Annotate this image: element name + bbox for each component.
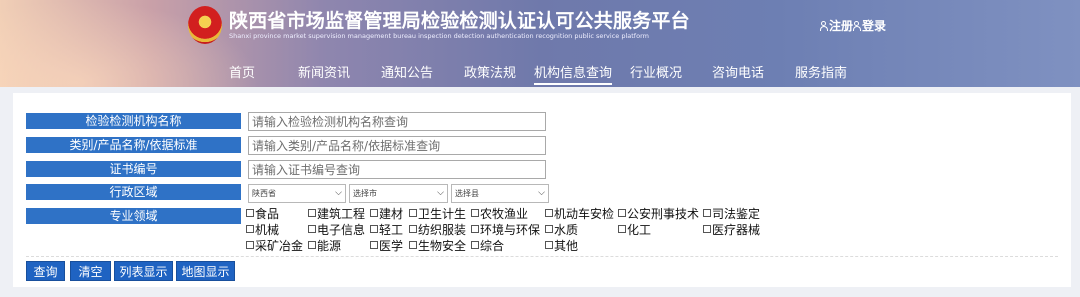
checkbox-icon (545, 225, 553, 233)
checkbox-icon (471, 225, 479, 233)
chevron-down-icon: ⌵ (538, 188, 545, 198)
site-header: ★ 陕西省市场监督管理局检验检测认证认可公共服务平台 Shanxi provin… (0, 0, 1080, 87)
nav-notices[interactable]: 通知公告 (381, 62, 433, 81)
search-panel: 检验检测机构名称 类别/产品名称/依据标准 证书编号 行政区域 陕西省⌵ 选择市… (13, 93, 1071, 287)
list-view-button[interactable]: 列表显示 (114, 261, 173, 281)
city-select[interactable]: 选择市 ⌵ (349, 184, 448, 203)
domain-option-judicial[interactable]: 司法鉴定 (703, 207, 760, 221)
domain-option-building-materials[interactable]: 建材 (370, 207, 403, 221)
domain-option-forensics[interactable]: 公安刑事技术 (618, 207, 699, 221)
checkbox-icon (246, 225, 254, 233)
domain-option-energy[interactable]: 能源 (308, 239, 341, 253)
divider (26, 256, 1058, 257)
query-button[interactable]: 查询 (26, 261, 65, 281)
checkbox-icon (471, 241, 479, 249)
domain-option-construction[interactable]: 建筑工程 (308, 207, 365, 221)
domain-option-health[interactable]: 卫生计生 (409, 207, 466, 221)
domain-option-light-industry[interactable]: 轻工 (370, 223, 403, 237)
site-title: 陕西省市场监督管理局检验检测认证认可公共服务平台 (229, 10, 690, 32)
register-link[interactable]: 注册 (820, 17, 853, 34)
domain-option-vehicle-inspection[interactable]: 机动车安检 (545, 207, 614, 221)
login-link[interactable]: 登录 (853, 17, 886, 34)
domain-option-food[interactable]: 食品 (246, 207, 279, 221)
org-name-label: 检验检测机构名称 (26, 113, 241, 129)
domain-option-agriculture[interactable]: 农牧渔业 (471, 207, 528, 221)
nav-org-query[interactable]: 机构信息查询 (534, 62, 613, 85)
county-select[interactable]: 选择县 ⌵ (451, 184, 549, 203)
checkbox-icon (409, 209, 417, 217)
domain-option-environment[interactable]: 环境与环保 (471, 223, 540, 237)
domain-option-water[interactable]: 水质 (545, 223, 578, 237)
map-view-button[interactable]: 地图显示 (176, 261, 235, 281)
checkbox-icon (409, 225, 417, 233)
category-input[interactable] (248, 136, 546, 155)
checkbox-icon (618, 225, 626, 233)
checkbox-icon (618, 209, 626, 217)
domain-label: 专业领域 (26, 208, 241, 224)
org-name-input[interactable] (248, 112, 546, 131)
checkbox-icon (308, 241, 316, 249)
cert-no-input[interactable] (248, 160, 546, 179)
nav-industry[interactable]: 行业概况 (630, 62, 682, 81)
domain-option-machinery[interactable]: 机械 (246, 223, 279, 237)
checkbox-icon (370, 225, 378, 233)
checkbox-icon (246, 209, 254, 217)
nav-guide[interactable]: 服务指南 (795, 62, 847, 81)
chevron-down-icon: ⌵ (437, 188, 444, 198)
checkbox-icon (370, 241, 378, 249)
domain-option-other[interactable]: 其他 (545, 239, 578, 253)
checkbox-icon (308, 209, 316, 217)
nav-policies[interactable]: 政策法规 (464, 62, 516, 81)
user-icon (820, 21, 828, 31)
cert-no-label: 证书编号 (26, 161, 241, 177)
domain-option-mining[interactable]: 采矿冶金 (246, 239, 303, 253)
checkbox-icon (246, 241, 254, 249)
user-icon (853, 21, 862, 31)
auth-links: 注册 登录 (820, 17, 886, 34)
domain-option-biosafety[interactable]: 生物安全 (409, 239, 466, 253)
domain-option-comprehensive[interactable]: 综合 (471, 239, 504, 253)
chevron-down-icon: ⌵ (335, 188, 342, 198)
nav-hotline[interactable]: 咨询电话 (712, 62, 764, 81)
checkbox-icon (370, 209, 378, 217)
clear-button[interactable]: 清空 (70, 261, 111, 281)
domain-option-chemical[interactable]: 化工 (618, 223, 651, 237)
nav-news[interactable]: 新闻资讯 (298, 62, 350, 81)
nav-home[interactable]: 首页 (229, 62, 255, 81)
region-label: 行政区域 (26, 184, 241, 200)
domain-option-medical-devices[interactable]: 医疗器械 (703, 223, 760, 237)
main-nav: 首页 新闻资讯 通知公告 政策法规 机构信息查询 行业概况 咨询电话 服务指南 (0, 58, 1080, 86)
checkbox-icon (471, 209, 479, 217)
checkbox-icon (545, 209, 553, 217)
domain-option-medicine[interactable]: 医学 (370, 239, 403, 253)
domain-option-textiles[interactable]: 纺织服装 (409, 223, 466, 237)
checkbox-icon (409, 241, 417, 249)
checkbox-icon (703, 225, 711, 233)
province-select[interactable]: 陕西省 ⌵ (248, 184, 346, 203)
national-emblem-icon: ★ (188, 6, 222, 44)
site-subtitle: Shanxi province market supervision manag… (229, 32, 649, 40)
checkbox-icon (545, 241, 553, 249)
domain-option-electronics[interactable]: 电子信息 (308, 223, 365, 237)
category-label: 类别/产品名称/依据标准 (26, 137, 241, 153)
checkbox-icon (308, 225, 316, 233)
checkbox-icon (703, 209, 711, 217)
